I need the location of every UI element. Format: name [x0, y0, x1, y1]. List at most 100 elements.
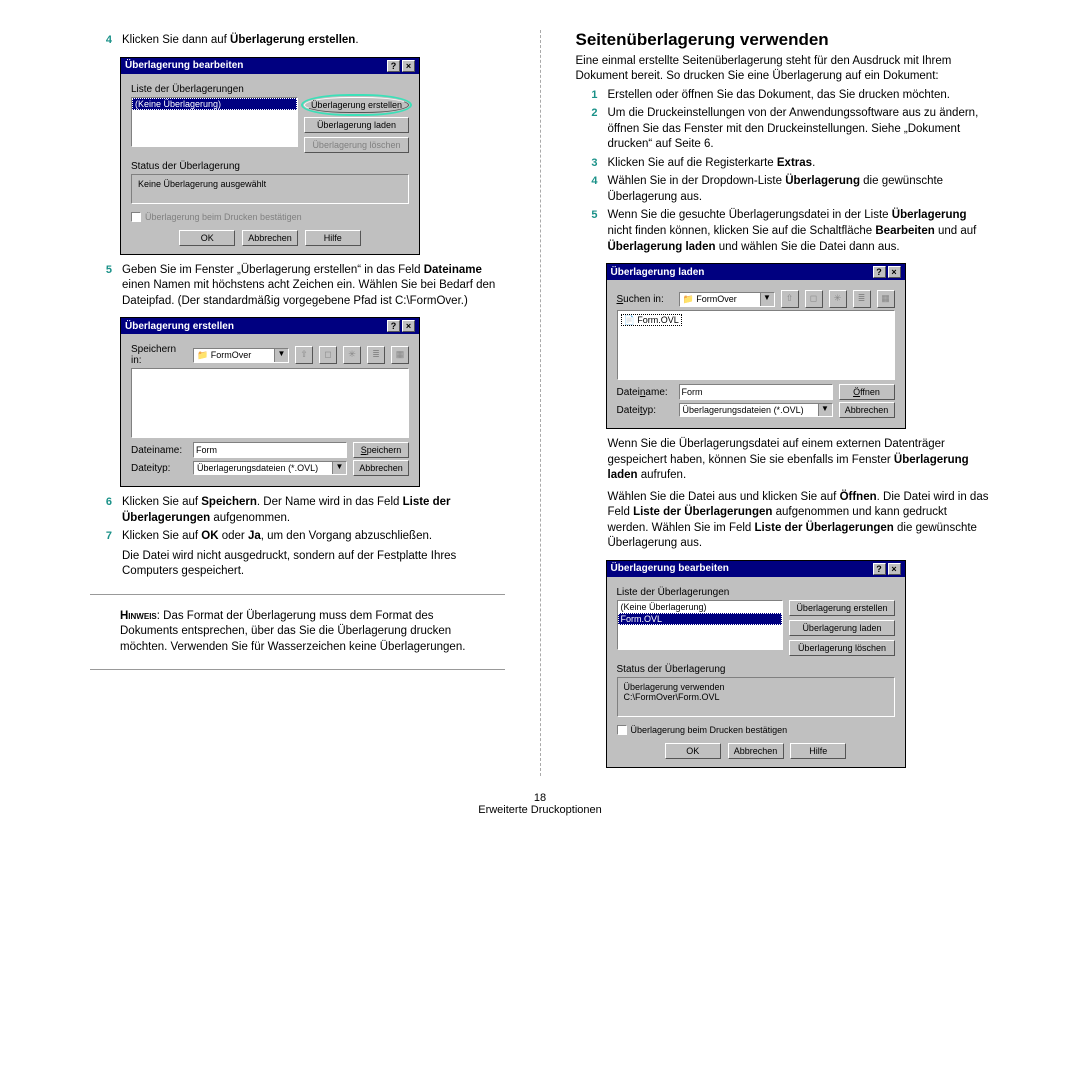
step-num: 1 — [576, 88, 598, 104]
t: Form.OVL — [637, 315, 679, 325]
spacer — [576, 437, 598, 552]
filename-input[interactable]: Form — [679, 384, 833, 400]
create-overlay-button[interactable]: Überlagerung erstellen — [789, 600, 894, 616]
t: Form — [682, 387, 703, 397]
t: einen Namen mit höchstens acht Zeichen e… — [122, 279, 495, 307]
create-overlay-button[interactable]: Überlagerung erstellen — [304, 97, 409, 113]
t: , um den Vorgang abzuschließen. — [261, 530, 432, 542]
t: Klicken Sie dann auf — [122, 34, 230, 46]
close-icon[interactable]: × — [888, 266, 901, 278]
confirm-checkbox[interactable]: Überlagerung beim Drucken bestätigen — [617, 725, 895, 735]
step-text: Wenn Sie die Überlagerungsdatei auf eine… — [598, 437, 991, 552]
delete-overlay-button[interactable]: Überlagerung löschen — [789, 640, 894, 656]
close-icon[interactable]: × — [888, 563, 901, 575]
dialog-title: Überlagerung bearbeiten — [125, 60, 385, 71]
t: Geben Sie im Fenster „Überlagerung erste… — [122, 264, 424, 276]
note: Hinweis: Das Format der Überlagerung mus… — [90, 609, 505, 656]
load-overlay-button[interactable]: Überlagerung laden — [789, 620, 894, 636]
list-icon[interactable]: ≣ — [367, 346, 385, 364]
file-area[interactable] — [131, 368, 409, 438]
ok-button[interactable]: OK — [665, 743, 721, 759]
list-label: Liste der Überlagerungen — [131, 84, 409, 95]
cancel-button[interactable]: Abbrechen — [242, 230, 298, 246]
chevron-down-icon[interactable]: ▼ — [760, 293, 774, 306]
status-text: C:\FormOver\Form.OVL — [624, 692, 888, 702]
dialog-titlebar: Überlagerung bearbeiten ? × — [121, 58, 419, 74]
newfolder-icon[interactable]: ✳ — [343, 346, 361, 364]
divider — [90, 669, 505, 670]
help-icon[interactable]: ? — [873, 563, 886, 575]
list-item[interactable]: (Keine Überlagerung) — [132, 98, 297, 110]
t: . — [812, 157, 815, 169]
t: : Das Format der Überlagerung muss dem F… — [120, 610, 465, 653]
filetype-combo[interactable]: Überlagerungsdateien (*.OVL) ▼ — [679, 403, 833, 417]
filetype-combo[interactable]: Überlagerungsdateien (*.OVL) ▼ — [193, 461, 347, 475]
help-icon[interactable]: ? — [387, 60, 400, 72]
dialog-overlay-load: Überlagerung laden ? × Suchen in: 📁 Form… — [606, 263, 906, 429]
t: Klicken Sie auf — [122, 530, 201, 542]
step-num: 4 — [576, 174, 598, 205]
cancel-button[interactable]: Abbrechen — [353, 460, 409, 476]
confirm-checkbox: Überlagerung beim Drucken bestätigen — [131, 212, 409, 222]
dialog-titlebar: Überlagerung laden ? × — [607, 264, 905, 280]
column-divider — [540, 30, 541, 776]
t: OK — [201, 530, 218, 542]
step-num: 5 — [576, 208, 598, 255]
filename-label: Dateiname: — [617, 387, 673, 398]
help-button[interactable]: Hilfe — [790, 743, 846, 759]
checkbox-icon[interactable] — [617, 725, 627, 735]
t: Liste der Überlagerungen — [755, 522, 894, 534]
t: . Der Name wird in das Feld — [257, 496, 403, 508]
overlay-listbox[interactable]: (Keine Überlagerung) — [131, 97, 298, 147]
desktop-icon[interactable]: ◻ — [805, 290, 823, 308]
t: Klicken Sie auf — [122, 496, 201, 508]
ok-button[interactable]: OK — [179, 230, 235, 246]
folder-combo[interactable]: 📁 FormOver ▼ — [193, 348, 289, 363]
step-text: Geben Sie im Fenster „Überlagerung erste… — [112, 263, 505, 310]
file-item[interactable]: 📄 Form.OVL — [622, 315, 681, 325]
t: FormOver — [696, 294, 737, 304]
step-num: 3 — [576, 156, 598, 172]
file-area[interactable]: 📄 Form.OVL — [617, 310, 895, 380]
cancel-button[interactable]: Abbrechen — [728, 743, 784, 759]
save-button[interactable]: Speichern — [353, 442, 409, 458]
t: Überlagerungsdateien (*.OVL) — [194, 462, 332, 474]
t: Überlagerung erstellen — [230, 34, 355, 46]
list-item[interactable]: Form.OVL — [618, 613, 783, 625]
step-text: Klicken Sie auf OK oder Ja, um den Vorga… — [112, 529, 505, 580]
desktop-icon[interactable]: ◻ — [319, 346, 337, 364]
cancel-button[interactable]: Abbrechen — [839, 402, 895, 418]
help-icon[interactable]: ? — [387, 320, 400, 332]
close-icon[interactable]: × — [402, 320, 415, 332]
step-num: 4 — [90, 33, 112, 49]
checkbox-label: Überlagerung beim Drucken bestätigen — [631, 725, 788, 735]
list-icon[interactable]: ≣ — [853, 290, 871, 308]
up-icon[interactable]: ⇧ — [781, 290, 799, 308]
newfolder-icon[interactable]: ✳ — [829, 290, 847, 308]
help-button[interactable]: Hilfe — [305, 230, 361, 246]
chevron-down-icon[interactable]: ▼ — [332, 462, 346, 474]
up-icon[interactable]: ⇧ — [295, 346, 313, 364]
filename-input[interactable]: Form — [193, 442, 347, 458]
step-text: Klicken Sie dann auf Überlagerung erstel… — [112, 33, 505, 49]
details-icon[interactable]: ▦ — [877, 290, 895, 308]
t: Wenn Sie die gesuchte Überlagerungsdatei… — [608, 209, 892, 221]
t: aufrufen. — [638, 469, 687, 481]
chevron-down-icon[interactable]: ▼ — [274, 349, 288, 362]
open-button[interactable]: Öffnen — [839, 384, 895, 400]
dialog-title: Überlagerung laden — [611, 267, 871, 278]
load-overlay-button[interactable]: Überlagerung laden — [304, 117, 409, 133]
folder-combo[interactable]: 📁 FormOver ▼ — [679, 292, 775, 307]
status-box: Überlagerung verwenden C:\FormOver\Form.… — [617, 677, 895, 717]
filetype-label: Dateityp: — [131, 463, 187, 474]
list-item[interactable]: (Keine Überlagerung) — [618, 601, 783, 613]
close-icon[interactable]: × — [402, 60, 415, 72]
filetype-label: Dateityp: — [617, 405, 673, 416]
help-icon[interactable]: ? — [873, 266, 886, 278]
t: Klicken Sie auf die Registerkarte — [608, 157, 777, 169]
chevron-down-icon[interactable]: ▼ — [818, 404, 832, 416]
overlay-listbox[interactable]: (Keine Überlagerung) Form.OVL — [617, 600, 784, 650]
step-num: 7 — [90, 529, 112, 580]
details-icon[interactable]: ▦ — [391, 346, 409, 364]
divider — [90, 594, 505, 595]
